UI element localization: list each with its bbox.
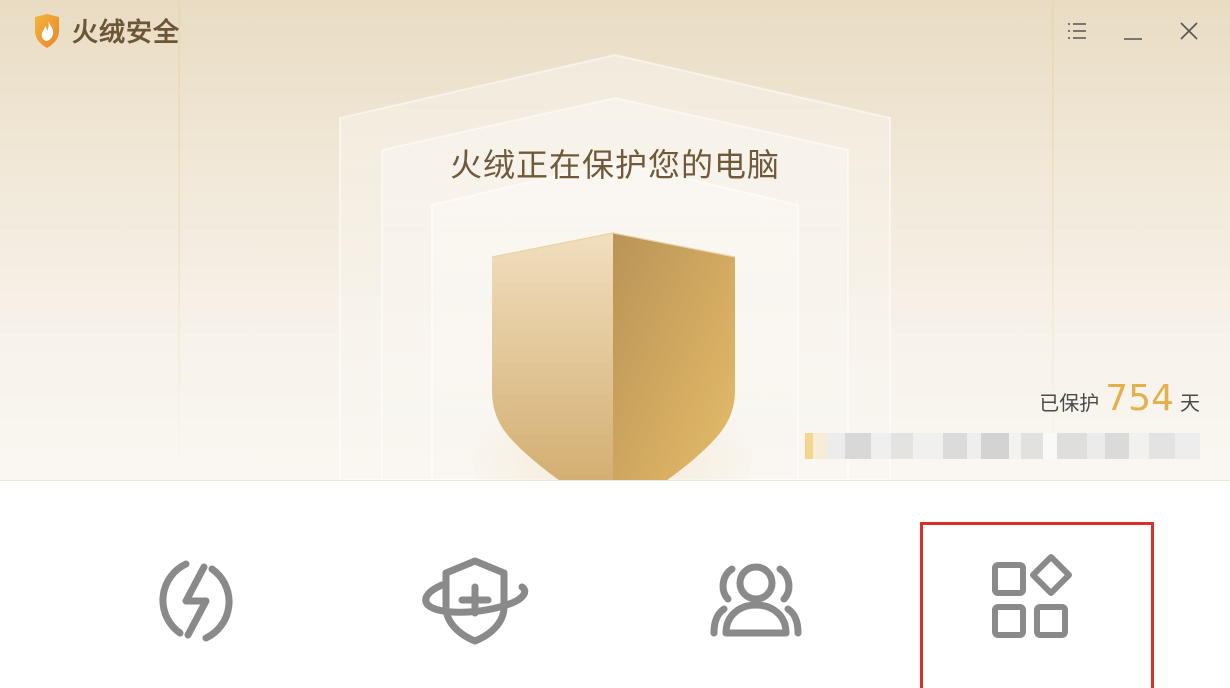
- title-bar: 火绒安全: [0, 0, 1230, 60]
- lightning-icon: [159, 560, 233, 642]
- feature-bar: [0, 480, 1230, 688]
- app-name: 火绒安全: [72, 18, 181, 48]
- apps-grid-icon: [992, 554, 1072, 638]
- shield-plus-icon: [422, 557, 529, 645]
- feature-users[interactable]: [706, 551, 806, 651]
- minimize-button[interactable]: [1120, 18, 1146, 44]
- protection-status-title: 火绒正在保护您的电脑: [449, 146, 780, 184]
- huorong-logo-icon: [35, 13, 59, 48]
- feature-boost[interactable]: [146, 551, 246, 651]
- minimize-icon: [1124, 38, 1142, 40]
- protected-days: 已保护 754 天: [1039, 378, 1200, 419]
- feature-protection[interactable]: [420, 551, 530, 651]
- menu-icon: [1068, 23, 1086, 39]
- protected-prefix: 已保护: [1039, 391, 1100, 415]
- window-controls: [1064, 18, 1202, 44]
- app-window: 火绒安全 火绒正在保护您的电脑 已保护 754 天: [0, 0, 1230, 688]
- blurred-info: [805, 433, 1200, 459]
- feature-apps[interactable]: [985, 551, 1085, 651]
- close-icon: [1180, 22, 1198, 40]
- close-button[interactable]: [1176, 18, 1202, 44]
- users-icon: [710, 563, 802, 637]
- protected-days-count: 754: [1105, 378, 1174, 419]
- menu-button[interactable]: [1064, 18, 1090, 44]
- protected-suffix: 天: [1180, 391, 1200, 415]
- brand: 火绒安全: [32, 12, 180, 49]
